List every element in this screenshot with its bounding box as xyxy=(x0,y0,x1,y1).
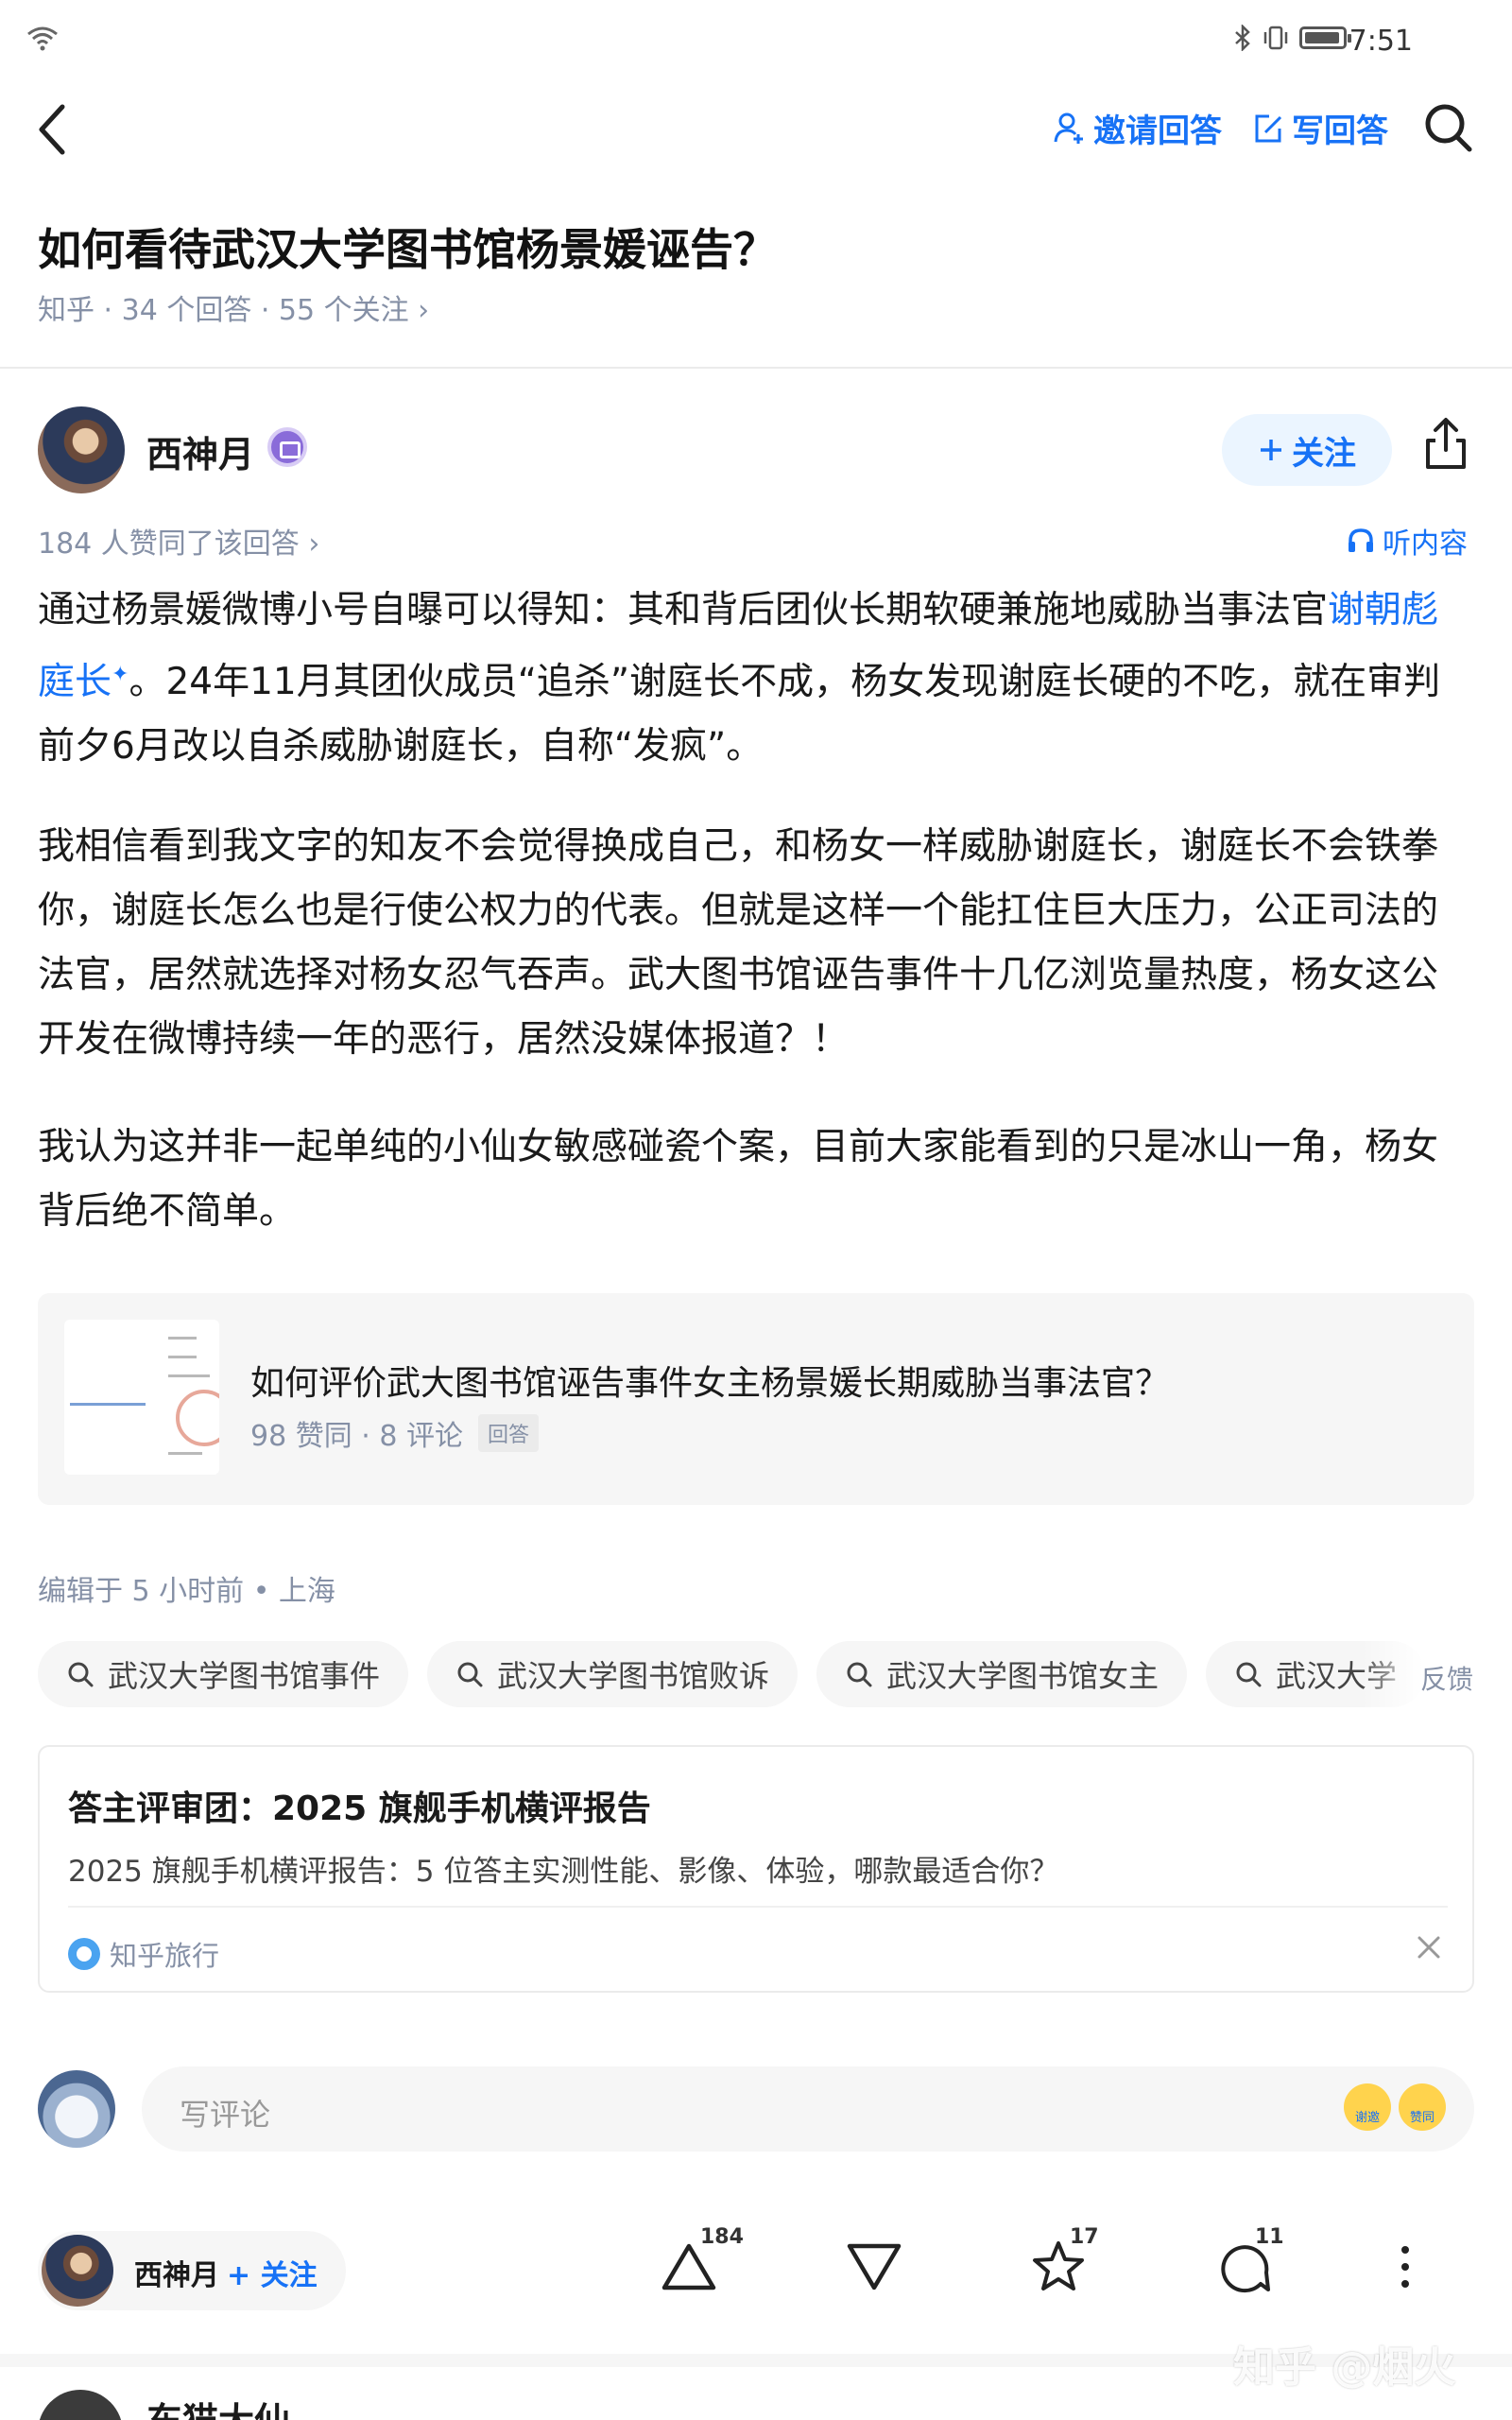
related-search-chips: 武汉大学图书馆事件 武汉大学图书馆败诉 武汉大学图书馆女主 武汉大学 xyxy=(38,1641,1474,1707)
search-icon xyxy=(68,1662,94,1687)
edit-icon xyxy=(1255,114,1282,142)
search-chip[interactable]: 武汉大学图书馆败诉 xyxy=(427,1641,799,1707)
answer-paragraph-1-end: 。24年11月其团伙成员“追杀”谢庭长不成，杨女发现谢庭长硬的不吃，就在审判前夕… xyxy=(38,661,1441,768)
search-chip-label: 武汉大学图书馆败诉 xyxy=(497,1658,770,1694)
feedback-link[interactable]: 反馈 xyxy=(1420,1659,1473,1697)
card-stats: 98 赞同 · 8 评论 xyxy=(250,1420,463,1453)
watermark: 知乎 @烟火 xyxy=(1233,2343,1456,2392)
write-answer-label: 写回答 xyxy=(1292,112,1388,150)
more-vertical-icon xyxy=(1401,2246,1409,2288)
search-chip-label: 武汉大学图书馆女主 xyxy=(886,1658,1160,1694)
link-sparkle-icon: ✦ xyxy=(112,663,129,686)
user-avatar[interactable] xyxy=(38,2070,115,2148)
invite-answer-label: 邀请回答 xyxy=(1093,112,1222,150)
comment-input[interactable]: 写评论 谢邀 赞同 xyxy=(142,2066,1474,2152)
divider xyxy=(0,367,1512,369)
follow-label: 关注 xyxy=(1292,434,1356,473)
question-title[interactable]: 如何看待武汉大学图书馆杨景媛诬告？ xyxy=(38,216,777,278)
upvote-button[interactable]: 184 xyxy=(659,2225,744,2299)
status-icons xyxy=(1233,25,1351,51)
upvote-count: 184 xyxy=(700,2225,744,2249)
linked-answer-card[interactable]: 如何评价武大图书馆诬告事件女主杨景媛长期威胁当事法官？ 98 赞同 · 8 评论… xyxy=(38,1293,1474,1505)
status-time: 7:51 xyxy=(1349,25,1413,58)
next-answer-author-name[interactable]: 东猫大仙 xyxy=(146,2392,290,2420)
next-answer-avatar[interactable] xyxy=(38,2390,123,2420)
search-icon xyxy=(847,1662,872,1687)
card-thumbnail xyxy=(64,1320,219,1475)
author-avatar[interactable] xyxy=(38,406,125,493)
thanks-emoji-icon[interactable]: 谢邀 xyxy=(1344,2083,1391,2131)
person-add-icon xyxy=(1054,112,1083,144)
promo-source: 知乎旅行 xyxy=(68,1934,219,1974)
invite-answer-button[interactable]: 邀请回答 xyxy=(1054,105,1222,151)
bottom-follow-button[interactable]: + 关注 xyxy=(227,2252,318,2293)
headphones-icon xyxy=(1349,528,1373,552)
author-badge-icon xyxy=(267,427,307,467)
plus-icon xyxy=(1261,440,1281,460)
bluetooth-icon xyxy=(1235,25,1250,51)
emoji-label: 赞同 xyxy=(1409,2111,1435,2125)
downvote-triangle-icon xyxy=(847,2243,902,2290)
agree-emoji-icon[interactable]: 赞同 xyxy=(1399,2083,1446,2131)
top-bar: 邀请回答 写回答 xyxy=(0,90,1512,165)
comment-button[interactable]: 11 xyxy=(1217,2225,1284,2299)
search-icon xyxy=(1236,1662,1262,1687)
back-arrow-icon[interactable] xyxy=(34,103,72,156)
search-chip[interactable]: 武汉大学图书馆女主 xyxy=(816,1641,1188,1707)
battery-icon xyxy=(1299,26,1351,49)
question-meta[interactable]: 知乎 · 34 个回答 · 55 个关注 › xyxy=(38,286,429,328)
promo-source-label: 知乎旅行 xyxy=(110,1940,220,1972)
author-avatar[interactable] xyxy=(42,2235,113,2307)
downvote-button[interactable] xyxy=(844,2238,904,2299)
answer-paragraph-3: 我认为这并非一起单纯的小仙女敏感碰瓷个案，目前大家能看到的只是冰山一角，杨女背后… xyxy=(38,1126,1439,1233)
card-title: 如何评价武大图书馆诬告事件女主杨景媛长期威胁当事法官？ xyxy=(250,1364,1170,1403)
write-answer-button[interactable]: 写回答 xyxy=(1252,105,1388,151)
listen-label: 听内容 xyxy=(1383,527,1468,561)
answer-paragraph-2: 我相信看到我文字的知友不会觉得换成自己，和杨女一样威胁谢庭长，谢庭长不会铁拳你，… xyxy=(38,825,1439,1061)
more-button[interactable] xyxy=(1391,2238,1419,2299)
listen-button[interactable]: 听内容 xyxy=(1347,520,1468,562)
divider xyxy=(68,1906,1448,1908)
status-bar: 7:51 xyxy=(0,0,1512,85)
vibrate-icon xyxy=(1263,26,1288,50)
author-name[interactable]: 西神月 xyxy=(146,425,254,477)
bottom-author-pill[interactable]: 西神月 + 关注 xyxy=(38,2231,346,2310)
likes-summary[interactable]: 184 人赞同了该回答 › xyxy=(38,520,319,562)
share-icon[interactable] xyxy=(1420,416,1471,473)
emoji-label: 谢邀 xyxy=(1354,2111,1380,2125)
search-chip[interactable]: 武汉大学图书馆事件 xyxy=(38,1641,409,1707)
close-icon[interactable] xyxy=(1414,1932,1444,1962)
favorite-count: 17 xyxy=(1070,2225,1099,2249)
comment-count: 11 xyxy=(1255,2225,1284,2249)
bottom-author-name: 西神月 xyxy=(134,2259,219,2292)
card-type-tag: 回答 xyxy=(477,1414,539,1452)
seal-stamp-icon xyxy=(176,1390,219,1446)
search-icon xyxy=(457,1662,483,1687)
favorite-button[interactable]: 17 xyxy=(1030,2225,1099,2299)
comment-placeholder: 写评论 xyxy=(180,2097,271,2133)
promo-card[interactable]: 答主评审团：2025 旗舰手机横评报告 2025 旗舰手机横评报告：5 位答主实… xyxy=(38,1745,1474,1993)
zhihu-travel-icon xyxy=(68,1938,100,1970)
search-icon[interactable] xyxy=(1422,99,1475,156)
promo-title: 答主评审团：2025 旗舰手机横评报告 xyxy=(68,1789,651,1828)
edited-info: 编辑于 5 小时前 • 上海 xyxy=(38,1575,335,1608)
answer-paragraph-1: 通过杨景媛微博小号自曝可以得知：其和背后团伙长期软硬兼施地威胁当事法官谢朝彪庭长… xyxy=(38,579,1474,779)
follow-button[interactable]: 关注 xyxy=(1222,414,1392,486)
search-chip-label: 武汉大学图书馆事件 xyxy=(108,1658,381,1694)
answer-paragraph-1-start: 通过杨景媛微博小号自曝可以得知：其和背后团伙长期软硬兼施地威胁当事法官 xyxy=(38,589,1329,631)
card-meta: 98 赞同 · 8 评论 回答 xyxy=(250,1412,539,1454)
wifi-icon xyxy=(27,26,58,51)
promo-description: 2025 旗舰手机横评报告：5 位答主实测性能、影像、体验，哪款最适合你？ xyxy=(68,1855,1059,1889)
